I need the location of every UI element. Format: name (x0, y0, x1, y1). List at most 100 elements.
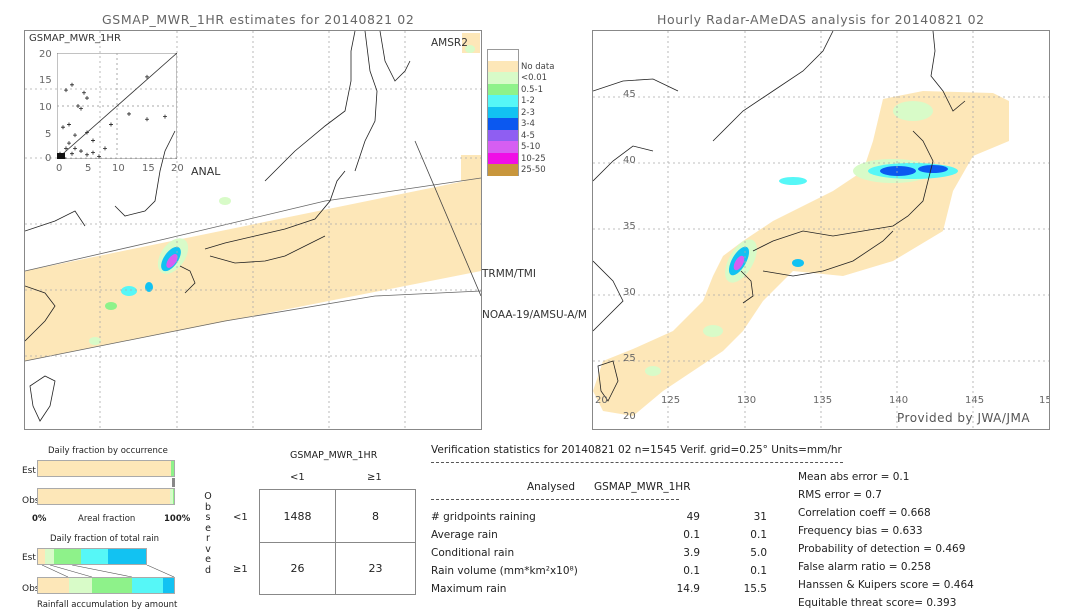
col-analysed: Analysed (527, 481, 575, 493)
bar-segment (54, 549, 82, 564)
bar-segment (81, 549, 109, 564)
scatter-point (67, 141, 71, 146)
rain-xlabel: Rainfall accumulation by amount (37, 600, 178, 610)
rain-est-label: Est (22, 553, 36, 563)
scatter-point (76, 104, 80, 108)
right-map: 45 40 35 30 25 20 20 125 130 135 140 145… (592, 30, 1050, 430)
lat-tick: 40 (623, 155, 636, 166)
stat-row-analysed: 3.9 (683, 547, 700, 559)
bar-segment (38, 549, 45, 564)
bar-segment (92, 578, 132, 593)
lon-tick: 135 (813, 395, 833, 406)
legend-label: 2-3 (521, 107, 535, 118)
score-line: False alarm ratio = 0.258 (798, 561, 931, 573)
occurrence-title: Daily fraction by occurrence (48, 446, 168, 456)
bar-segment (171, 461, 174, 476)
left-map: GSMAP_MWR_1HR 20 15 10 5 0 0 5 10 15 20 … (24, 30, 482, 430)
cell-obs-ge-est-lt: 26 (290, 562, 305, 575)
observed-axis-label: Observed (204, 491, 212, 576)
right-map-title: Hourly Radar-AMeDAS analysis for 2014082… (657, 12, 985, 27)
sensor-label-trmm: TRMM/TMI (482, 268, 536, 280)
stats-col-divider (431, 499, 679, 500)
stat-row-label: Maximum rain (431, 583, 507, 595)
sensor-label-noaa19: NOAA-19/AMSU-A/M (482, 309, 587, 321)
inset-ytick: 10 (39, 102, 52, 113)
legend-label: 1-2 (521, 96, 535, 106)
occ-xlabel: Areal fraction (78, 514, 136, 524)
scatter-point (145, 117, 149, 122)
occurrence-bar-est (37, 460, 175, 477)
legend-swatch (487, 152, 519, 164)
occ-est-label: Est (22, 466, 36, 476)
stat-row-analysed: 0.1 (683, 565, 700, 577)
stats-divider (431, 462, 843, 463)
contingency-table: 1488 8 26 23 (259, 489, 416, 595)
bar-segment (38, 489, 170, 504)
inset-ytick: 15 (39, 75, 52, 86)
scatter-point (73, 146, 77, 151)
lon-tick: 140 (889, 395, 909, 406)
stat-row-label: Conditional rain (431, 547, 515, 559)
scatter-point (163, 114, 167, 119)
satellite-swath-top (405, 155, 481, 181)
stat-row-analysed: 14.9 (676, 583, 700, 595)
stat-row-gsmap: 0.1 (750, 529, 767, 541)
scatter-point (127, 111, 131, 116)
contingency-row-lt: <1 (233, 512, 248, 523)
bar-segment (44, 549, 55, 564)
legend-swatch (487, 164, 519, 176)
score-line: Correlation coeff = 0.668 (798, 507, 931, 519)
stats-header: Verification statistics for 20140821 02 … (431, 444, 842, 456)
rain-bar-obs (37, 577, 175, 594)
legend-swatch (487, 60, 519, 72)
lat-tick: 35 (623, 221, 636, 232)
scatter-point (97, 154, 101, 159)
scatter-point (67, 122, 71, 127)
inset-ytick: 20 (39, 49, 52, 60)
stat-row-label: # gridpoints raining (431, 511, 536, 523)
lon-tick: 130 (737, 395, 757, 406)
inset-scatter (57, 53, 177, 159)
contingency-title: GSMAP_MWR_1HR (290, 450, 378, 461)
cell-obs-lt-est-lt: 1488 (283, 509, 312, 523)
score-line: Equitable threat score= 0.393 (798, 597, 957, 609)
legend-label: 3-4 (521, 119, 535, 129)
lon-tick: 15 (1039, 395, 1049, 406)
bar-segment (163, 578, 174, 593)
scatter-point (82, 90, 86, 95)
scatter-point (91, 150, 95, 155)
legend-swatch (487, 129, 519, 141)
scatter-point (85, 152, 89, 157)
scatter-point-cluster (57, 153, 65, 159)
inset-xtick: 0 (56, 163, 63, 174)
lat-tick: 30 (623, 287, 636, 298)
bar-segment (38, 578, 70, 593)
legend-swatch (487, 106, 519, 118)
inset-xtick: 5 (85, 163, 92, 174)
stat-row-gsmap: 31 (753, 511, 767, 523)
legend-label: 4-5 (521, 130, 535, 141)
col-gsmap: GSMAP_MWR_1HR (594, 481, 691, 493)
left-map-title: GSMAP_MWR_1HR estimates for 20140821 02 (102, 12, 415, 27)
legend-swatch (487, 95, 519, 107)
cell-obs-lt-est-ge: 8 (372, 509, 379, 523)
stat-row-gsmap: 5.0 (750, 547, 767, 559)
score-line: Probability of detection = 0.469 (798, 543, 966, 555)
lon-tick: 20 (595, 395, 608, 406)
stat-row-gsmap: 15.5 (743, 583, 767, 595)
score-line: RMS error = 0.7 (798, 489, 882, 501)
legend-swatch (487, 118, 519, 130)
rain-connectors (41, 565, 175, 577)
legend-label: <0.01 (521, 73, 548, 83)
inset-ytick: 0 (45, 153, 52, 164)
stat-row-gsmap: 0.1 (750, 565, 767, 577)
inset-xtick: 10 (112, 163, 125, 174)
scatter-point (61, 125, 65, 130)
scatter-point (73, 133, 77, 138)
legend-label: 10-25 (521, 153, 546, 164)
inset-title: GSMAP_MWR_1HR (29, 33, 121, 44)
stat-row-analysed: 0.1 (683, 529, 700, 541)
cell-obs-ge-est-ge: 23 (368, 562, 383, 575)
contingency-col-lt: <1 (290, 472, 305, 483)
occ-x1: 100% (164, 514, 191, 524)
